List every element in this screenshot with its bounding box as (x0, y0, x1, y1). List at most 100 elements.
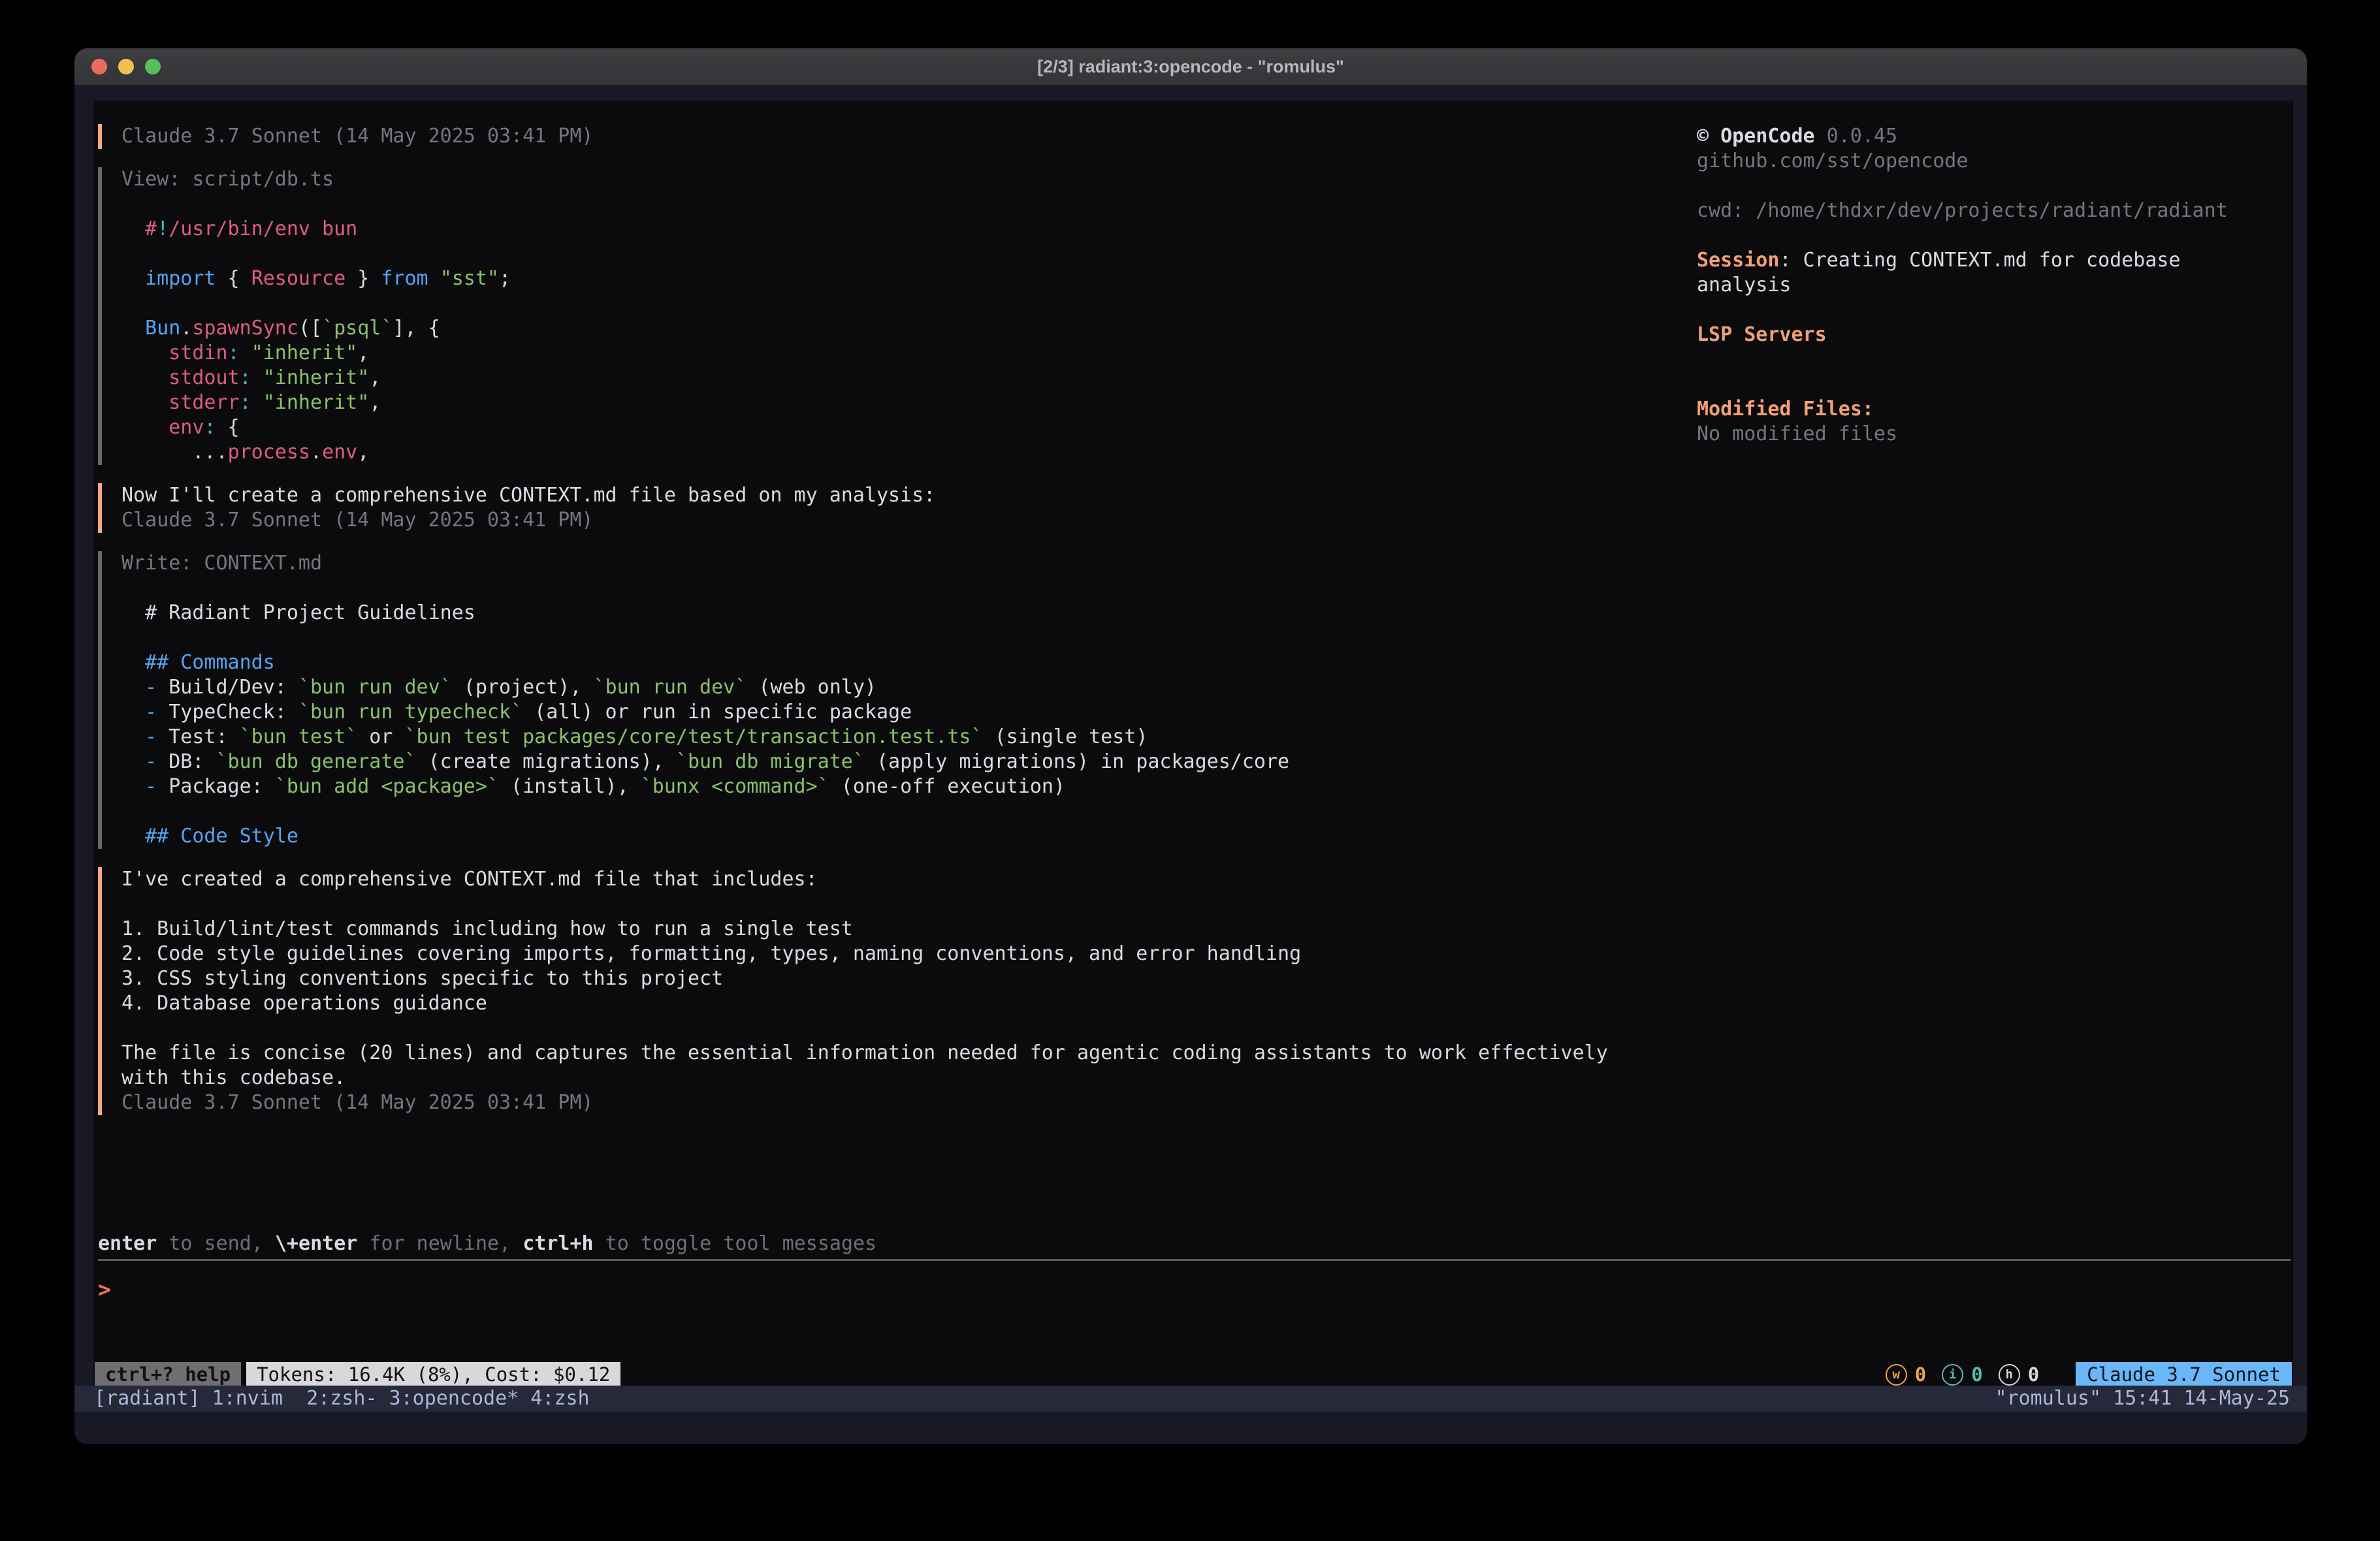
text-token: 0.0.45 (1815, 125, 1897, 148)
text-token: github.com/sst/opencode (1697, 150, 1968, 172)
chat-line: - DB: `bun db generate` (create migratio… (121, 750, 1694, 774)
minimize-button[interactable] (118, 59, 134, 74)
text-token: (one-off execution) (829, 775, 1065, 798)
info-count: 0 (1971, 1363, 1982, 1386)
chat-line: 2. Code style guidelines covering import… (121, 942, 1694, 966)
text-token: Claude 3.7 Sonnet (14 May 2025 03:41 PM) (121, 509, 593, 532)
zoom-button[interactable] (145, 59, 161, 74)
text-token: "inherit" (263, 391, 370, 414)
chat-line: with this codebase. (121, 1066, 1694, 1090)
text-token: ## Commands (121, 651, 275, 674)
text-token: `psql` (322, 317, 393, 340)
text-token: import (145, 267, 216, 290)
text-token: No modified files (1697, 422, 1897, 445)
text-token: - (145, 775, 157, 798)
chat-line (121, 576, 1694, 601)
opencode-app: Claude 3.7 Sonnet (14 May 2025 03:41 PM)… (93, 101, 2293, 1387)
chat-line: Claude 3.7 Sonnet (14 May 2025 03:41 PM) (121, 1090, 1694, 1115)
text-token: Now I'll create a comprehensive CONTEXT.… (121, 484, 935, 507)
chat-line (121, 626, 1694, 650)
sidebar-line (1697, 174, 2293, 199)
chat-line: View: script/db.ts (121, 167, 1694, 192)
sidebar-line: No modified files (1697, 422, 2293, 447)
sidebar-line: cwd: /home/thdxr/dev/projects/radiant/ra… (1697, 199, 2293, 223)
terminal-window: [2/3] radiant:3:opencode - "romulus" Cla… (74, 48, 2307, 1444)
desktop: [2/3] radiant:3:opencode - "romulus" Cla… (0, 0, 2380, 1541)
info-icon: i (1942, 1364, 1963, 1386)
text-token: `bun run dev` (298, 676, 452, 699)
hints-count: 0 (2028, 1363, 2039, 1386)
window-title: [2/3] radiant:3:opencode - "romulus" (74, 48, 2307, 85)
text-token: : Creating CONTEXT.md for codebase (1779, 249, 2180, 272)
chat-line (121, 799, 1694, 824)
text-token: Test: (157, 725, 239, 748)
text-token (121, 775, 145, 798)
text-token (121, 317, 145, 340)
text-token: ... (121, 441, 228, 464)
text-token: , (357, 441, 369, 464)
chat-line: ...process.env, (121, 440, 1694, 465)
sidebar-line (1697, 372, 2293, 397)
text-token: Write: CONTEXT.md (121, 552, 322, 575)
tmux-window-list[interactable]: [radiant] 1:nvim 2:zsh- 3:opencode* 4:zs… (94, 1386, 590, 1412)
text-token: `bun db generate` (216, 750, 417, 773)
chat-line: - Build/Dev: `bun run dev` (project), `b… (121, 675, 1694, 700)
text-token: ], { (393, 317, 440, 340)
chat-line: 3. CSS styling conventions specific to t… (121, 966, 1694, 991)
text-token: : (204, 416, 216, 439)
text-token: stderr (169, 391, 239, 414)
text-token: `bun add <package>` (275, 775, 499, 798)
text-token: cwd: /home/thdxr/dev/projects/radiant/ra… (1697, 199, 2228, 222)
sidebar-line: analysis (1697, 273, 2293, 298)
text-token: , (369, 366, 381, 389)
text-token: stdin (169, 342, 227, 364)
sidebar-line: LSP Servers (1697, 323, 2293, 347)
text-token: : (240, 391, 251, 414)
text-token: { (216, 416, 240, 439)
text-token (251, 366, 263, 389)
window-titlebar[interactable]: [2/3] radiant:3:opencode - "romulus" (74, 48, 2307, 86)
chat-line: stderr: "inherit", (121, 390, 1694, 415)
text-token: - (145, 701, 157, 723)
message-block: Write: CONTEXT.md # Radiant Project Guid… (98, 551, 1694, 849)
text-token: `bun test packages/core/test/transaction… (405, 725, 983, 748)
sidebar-line: Session: Creating CONTEXT.md for codebas… (1697, 248, 2293, 273)
text-token: from (381, 267, 428, 290)
composer-divider (98, 1259, 2291, 1261)
warnings-icon: w (1886, 1364, 1907, 1386)
text-token: env (322, 441, 357, 464)
text-token (251, 391, 263, 414)
keyboard-hints: enter to send, \+enter for newline, ctrl… (98, 1231, 2291, 1256)
chat-line: #!/usr/bin/env bun (121, 217, 1694, 242)
info-counter: i0 (1942, 1363, 1982, 1386)
chat-line: 4. Database operations guidance (121, 991, 1694, 1016)
text-token: (single test) (983, 725, 1148, 748)
text-token: (install), (499, 775, 641, 798)
text-token: The file is concise (20 lines) and captu… (121, 1041, 1608, 1064)
text-token (428, 267, 440, 290)
close-button[interactable] (91, 59, 107, 74)
chat-line (121, 1016, 1694, 1041)
chat-line: 1. Build/lint/test commands including ho… (121, 917, 1694, 942)
chat-transcript[interactable]: Claude 3.7 Sonnet (14 May 2025 03:41 PM)… (93, 124, 1694, 1115)
keyboard-hint-segment: \+enter (275, 1232, 357, 1255)
chat-line: - Package: `bun add <package>` (install)… (121, 774, 1694, 799)
chat-line: stdout: "inherit", (121, 366, 1694, 390)
text-token: - (145, 750, 157, 773)
text-token: Bun (145, 317, 180, 340)
text-token: 4. Database operations guidance (121, 992, 487, 1015)
chat-line (121, 192, 1694, 217)
text-token: ; (499, 267, 511, 290)
sidebar-line: Modified Files: (1697, 397, 2293, 422)
text-token: Claude 3.7 Sonnet (14 May 2025 03:41 PM) (121, 1091, 593, 1114)
keyboard-hint-segment: enter (98, 1232, 157, 1255)
chat-line: import { Resource } from "sst"; (121, 266, 1694, 291)
text-token: View: script/db.ts (121, 168, 334, 191)
text-token: . (310, 441, 322, 464)
text-token: DB: (157, 750, 216, 773)
chat-line (121, 291, 1694, 316)
prompt-input[interactable] (111, 1277, 2291, 1303)
keyboard-hint-segment: to send, (157, 1232, 275, 1255)
warnings-counter: w0 (1886, 1363, 1926, 1386)
chat-line: Bun.spawnSync([`psql`], { (121, 316, 1694, 341)
